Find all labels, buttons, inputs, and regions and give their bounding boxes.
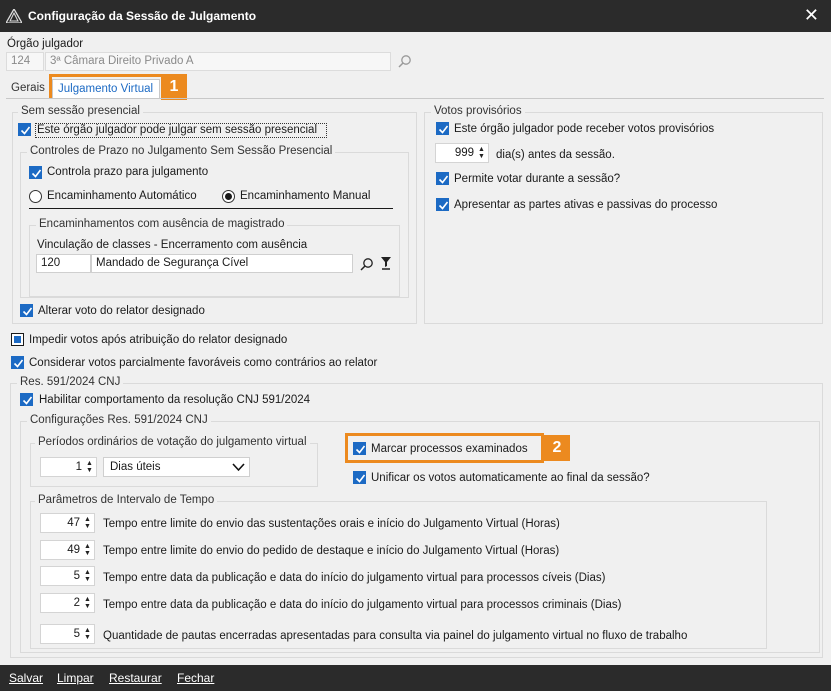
orgao-name-field: 3ª Câmara Direito Privado A	[45, 52, 391, 71]
close-icon[interactable]: ✕	[804, 5, 819, 26]
permite-votar-label: Permite votar durante a sessão?	[454, 173, 621, 185]
group-title-controles: Controles de Prazo no Julgamento Sem Ses…	[27, 145, 336, 157]
stepper-arrows-icon[interactable]: ▲ ▼	[478, 146, 486, 160]
title-bar: Configuração da Sessão de Julgamento ✕	[0, 0, 831, 32]
clear-button[interactable]: Limpar	[57, 671, 94, 685]
clear-filter-icon[interactable]	[380, 256, 392, 271]
param-label: Tempo entre limite do envio do pedido de…	[103, 545, 560, 557]
periodos-value: 1	[75, 461, 82, 473]
group-title-votos: Votos provisórios	[431, 105, 525, 117]
checkbox-unificar-votos[interactable]	[353, 471, 366, 484]
checkbox-pode-receber[interactable]	[436, 122, 449, 135]
impedir-votos-label: Impedir votos após atribuição do relator…	[29, 334, 288, 346]
param-label: Tempo entre data da publicação e data do…	[103, 599, 622, 611]
checkbox-marcar-processos[interactable]	[353, 442, 366, 455]
group-title-sem-sessao: Sem sessão presencial	[18, 105, 143, 117]
footer-bar: Salvar Limpar Restaurar Fechar	[0, 665, 831, 691]
dias-label: dia(s) antes da sessão.	[496, 149, 615, 161]
checkbox-impedir-votos[interactable]	[11, 333, 24, 346]
search-icon[interactable]	[398, 54, 412, 68]
stepper-arrows-icon[interactable]: ▲ ▼	[84, 543, 92, 557]
param-stepper[interactable]: 49 ▲ ▼	[40, 540, 95, 560]
param-label: Tempo entre data da publicação e data do…	[103, 572, 606, 584]
group-title-periodos: Períodos ordinários de votação do julgam…	[35, 436, 310, 448]
search-icon[interactable]	[360, 257, 374, 271]
window-title: Configuração da Sessão de Julgamento	[28, 9, 257, 23]
orgao-code-field: 124	[6, 52, 44, 71]
radio-underline	[29, 208, 393, 209]
habilitar-res591-label: Habilitar comportamento da resolução CNJ…	[39, 394, 311, 406]
dias-value: 999	[454, 147, 474, 159]
unificar-votos-label: Unificar os votos automaticamente ao fin…	[371, 472, 650, 484]
app-logo-icon	[6, 9, 22, 23]
group-title-ausencia: Encaminhamentos com ausência de magistra…	[36, 218, 288, 230]
stepper-arrows-icon[interactable]: ▲ ▼	[86, 460, 94, 474]
highlight-box-tab	[49, 74, 162, 98]
group-title-parametros: Parâmetros de Intervalo de Tempo	[35, 494, 218, 506]
alterar-voto-label: Alterar voto do relator designado	[38, 305, 205, 317]
save-button[interactable]: Salvar	[9, 671, 43, 685]
checkbox-controla-prazo[interactable]	[29, 166, 42, 179]
param-value: 49	[67, 544, 80, 556]
tab-gerais[interactable]: Gerais	[6, 79, 50, 98]
checkbox-permite-votar[interactable]	[436, 172, 449, 185]
enc-manual-label: Encaminhamento Manual	[240, 190, 371, 202]
step-badge-1: 1	[161, 74, 187, 100]
focus-outline	[35, 123, 327, 138]
checkbox-alterar-voto[interactable]	[20, 304, 33, 317]
param-label: Tempo entre limite do envio das sustenta…	[103, 518, 560, 530]
param-value: 5	[73, 570, 80, 582]
considerar-votos-label: Considerar votos parcialmente favoráveis…	[29, 357, 378, 369]
periodos-unit-value: Dias úteis	[110, 461, 161, 473]
close-button[interactable]: Fechar	[177, 671, 214, 685]
param-stepper[interactable]: 5 ▲ ▼	[40, 624, 95, 644]
stepper-arrows-icon[interactable]: ▲ ▼	[84, 627, 92, 641]
stepper-arrows-icon[interactable]: ▲ ▼	[84, 516, 92, 530]
checkbox-pode-julgar[interactable]	[18, 123, 31, 136]
tab-divider	[6, 98, 824, 99]
chevron-down-icon	[232, 463, 245, 472]
vinculacao-name-field[interactable]: Mandado de Segurança Cível	[91, 254, 353, 273]
stepper-arrows-icon[interactable]: ▲ ▼	[84, 569, 92, 583]
radio-enc-automatico[interactable]	[29, 190, 42, 203]
restore-button[interactable]: Restaurar	[109, 671, 162, 685]
dias-stepper[interactable]: 999 ▲ ▼	[435, 143, 489, 163]
param-stepper[interactable]: 47 ▲ ▼	[40, 513, 95, 533]
controla-prazo-label: Controla prazo para julgamento	[47, 166, 209, 178]
param-label: Quantidade de pautas encerradas apresent…	[103, 630, 688, 642]
checkbox-apresentar-partes[interactable]	[436, 198, 449, 211]
group-title-res591: Res. 591/2024 CNJ	[17, 376, 124, 388]
periodos-unit-select[interactable]: Dias úteis	[103, 457, 250, 477]
stepper-arrows-icon[interactable]: ▲ ▼	[84, 596, 92, 610]
checkbox-habilitar-res591[interactable]	[20, 393, 33, 406]
orgao-label: Órgão julgador	[7, 38, 84, 50]
pode-receber-label: Este órgão julgador pode receber votos p…	[454, 123, 715, 135]
param-value: 47	[67, 517, 80, 529]
checkbox-considerar-votos[interactable]	[11, 356, 24, 369]
radio-enc-manual[interactable]	[222, 190, 235, 203]
param-stepper[interactable]: 2 ▲ ▼	[40, 593, 95, 613]
param-value: 5	[73, 628, 80, 640]
vinculacao-code-field[interactable]: 120	[36, 254, 91, 273]
apresentar-partes-label: Apresentar as partes ativas e passivas d…	[454, 199, 718, 211]
enc-automatico-label: Encaminhamento Automático	[47, 190, 197, 202]
vinculacao-label: Vinculação de classes - Encerramento com…	[37, 239, 308, 251]
param-value: 2	[73, 597, 80, 609]
marcar-processos-label: Marcar processos examinados	[371, 443, 528, 455]
step-badge-2: 2	[544, 435, 570, 461]
periodos-stepper[interactable]: 1 ▲ ▼	[40, 457, 97, 477]
param-stepper[interactable]: 5 ▲ ▼	[40, 566, 95, 586]
group-title-config: Configurações Res. 591/2024 CNJ	[27, 414, 211, 426]
